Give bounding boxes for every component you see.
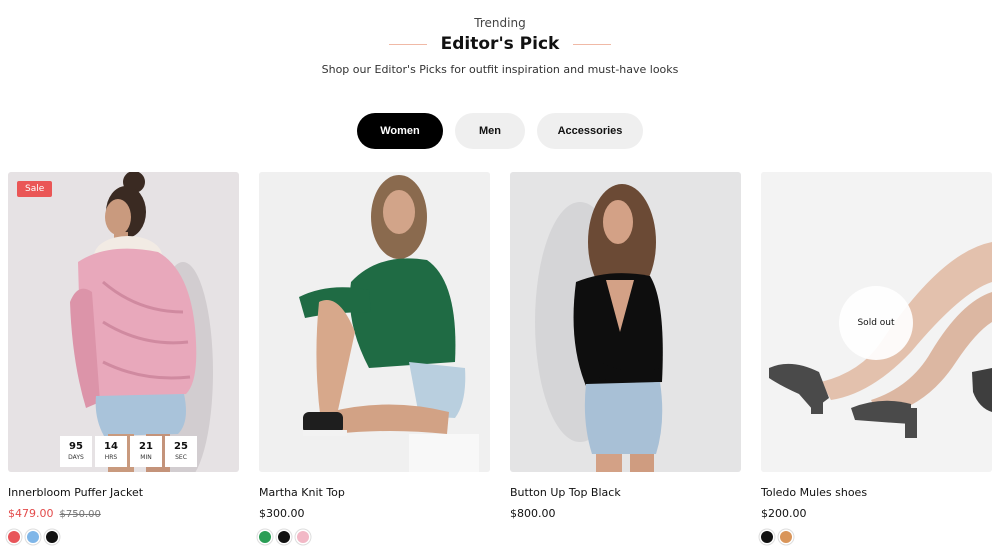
product-prices: $479.00 $750.00 (8, 507, 101, 520)
product-name-link[interactable]: Button Up Top Black (510, 486, 621, 499)
countdown-unit: MIN (140, 454, 152, 461)
product-name-link[interactable]: Toledo Mules shoes (761, 486, 867, 499)
category-tabs: Women Men Accessories (0, 113, 1000, 149)
product-prices: $200.00 (761, 507, 807, 520)
section-title: Editor's Pick (440, 34, 560, 54)
title-row: Editor's Pick (0, 34, 1000, 54)
product-prices: $300.00 (259, 507, 305, 520)
color-swatch[interactable] (27, 531, 39, 543)
countdown-days: 95 DAYS (60, 436, 92, 467)
product-card[interactable]: Button Up Top Black $800.00 (510, 172, 741, 520)
tab-women[interactable]: Women (357, 113, 443, 149)
color-swatch[interactable] (761, 531, 773, 543)
color-swatches (259, 531, 309, 543)
countdown-value: 25 (174, 441, 188, 452)
title-right-rule (573, 43, 612, 45)
product-photo-puffer-jacket (8, 172, 239, 472)
product-image[interactable] (259, 172, 490, 472)
color-swatches (761, 531, 792, 543)
product-card[interactable]: Martha Knit Top $300.00 (259, 172, 490, 543)
color-swatch[interactable] (780, 531, 792, 543)
sold-out-badge: Sold out (839, 286, 913, 360)
countdown-unit: HRS (104, 454, 118, 461)
color-swatch[interactable] (297, 531, 309, 543)
countdown-value: 21 (139, 441, 153, 452)
countdown-unit: SEC (175, 454, 187, 461)
product-image[interactable]: Sold out (761, 172, 992, 472)
sale-countdown: 95 DAYS 14 HRS 21 MIN 25 SEC (60, 436, 197, 467)
countdown-minutes: 21 MIN (130, 436, 162, 467)
countdown-seconds: 25 SEC (165, 436, 197, 467)
product-grid: Sale 95 DAYS 14 HRS 21 MIN 25 SEC Innerb… (8, 172, 992, 552)
product-name-link[interactable]: Martha Knit Top (259, 486, 345, 499)
countdown-value: 95 (69, 441, 83, 452)
countdown-hours: 14 HRS (95, 436, 127, 467)
countdown-unit: DAYS (68, 454, 84, 461)
product-image[interactable]: Sale 95 DAYS 14 HRS 21 MIN 25 SEC (8, 172, 239, 472)
color-swatches (8, 531, 58, 543)
countdown-value: 14 (104, 441, 118, 452)
product-name-link[interactable]: Innerbloom Puffer Jacket (8, 486, 143, 499)
product-photo-knit-top (259, 172, 490, 472)
tab-accessories[interactable]: Accessories (537, 113, 643, 149)
tab-men[interactable]: Men (455, 113, 525, 149)
original-price: $750.00 (59, 509, 101, 520)
color-swatch[interactable] (278, 531, 290, 543)
title-left-rule (388, 43, 427, 45)
product-price: $300.00 (259, 507, 305, 520)
product-photo-button-up-top (510, 172, 741, 472)
section-subtitle: Shop our Editor's Picks for outfit inspi… (321, 63, 679, 76)
product-price: $800.00 (510, 507, 556, 520)
product-price: $200.00 (761, 507, 807, 520)
product-card[interactable]: Sale 95 DAYS 14 HRS 21 MIN 25 SEC Innerb… (8, 172, 239, 543)
color-swatch[interactable] (259, 531, 271, 543)
color-swatch[interactable] (8, 531, 20, 543)
product-prices: $800.00 (510, 507, 556, 520)
color-swatch[interactable] (46, 531, 58, 543)
product-card[interactable]: Sold out Toledo Mules shoes $200.00 (761, 172, 992, 543)
sale-price: $479.00 (8, 507, 54, 520)
sale-badge: Sale (17, 181, 53, 197)
product-image[interactable] (510, 172, 741, 472)
section-eyebrow: Trending (474, 16, 526, 30)
